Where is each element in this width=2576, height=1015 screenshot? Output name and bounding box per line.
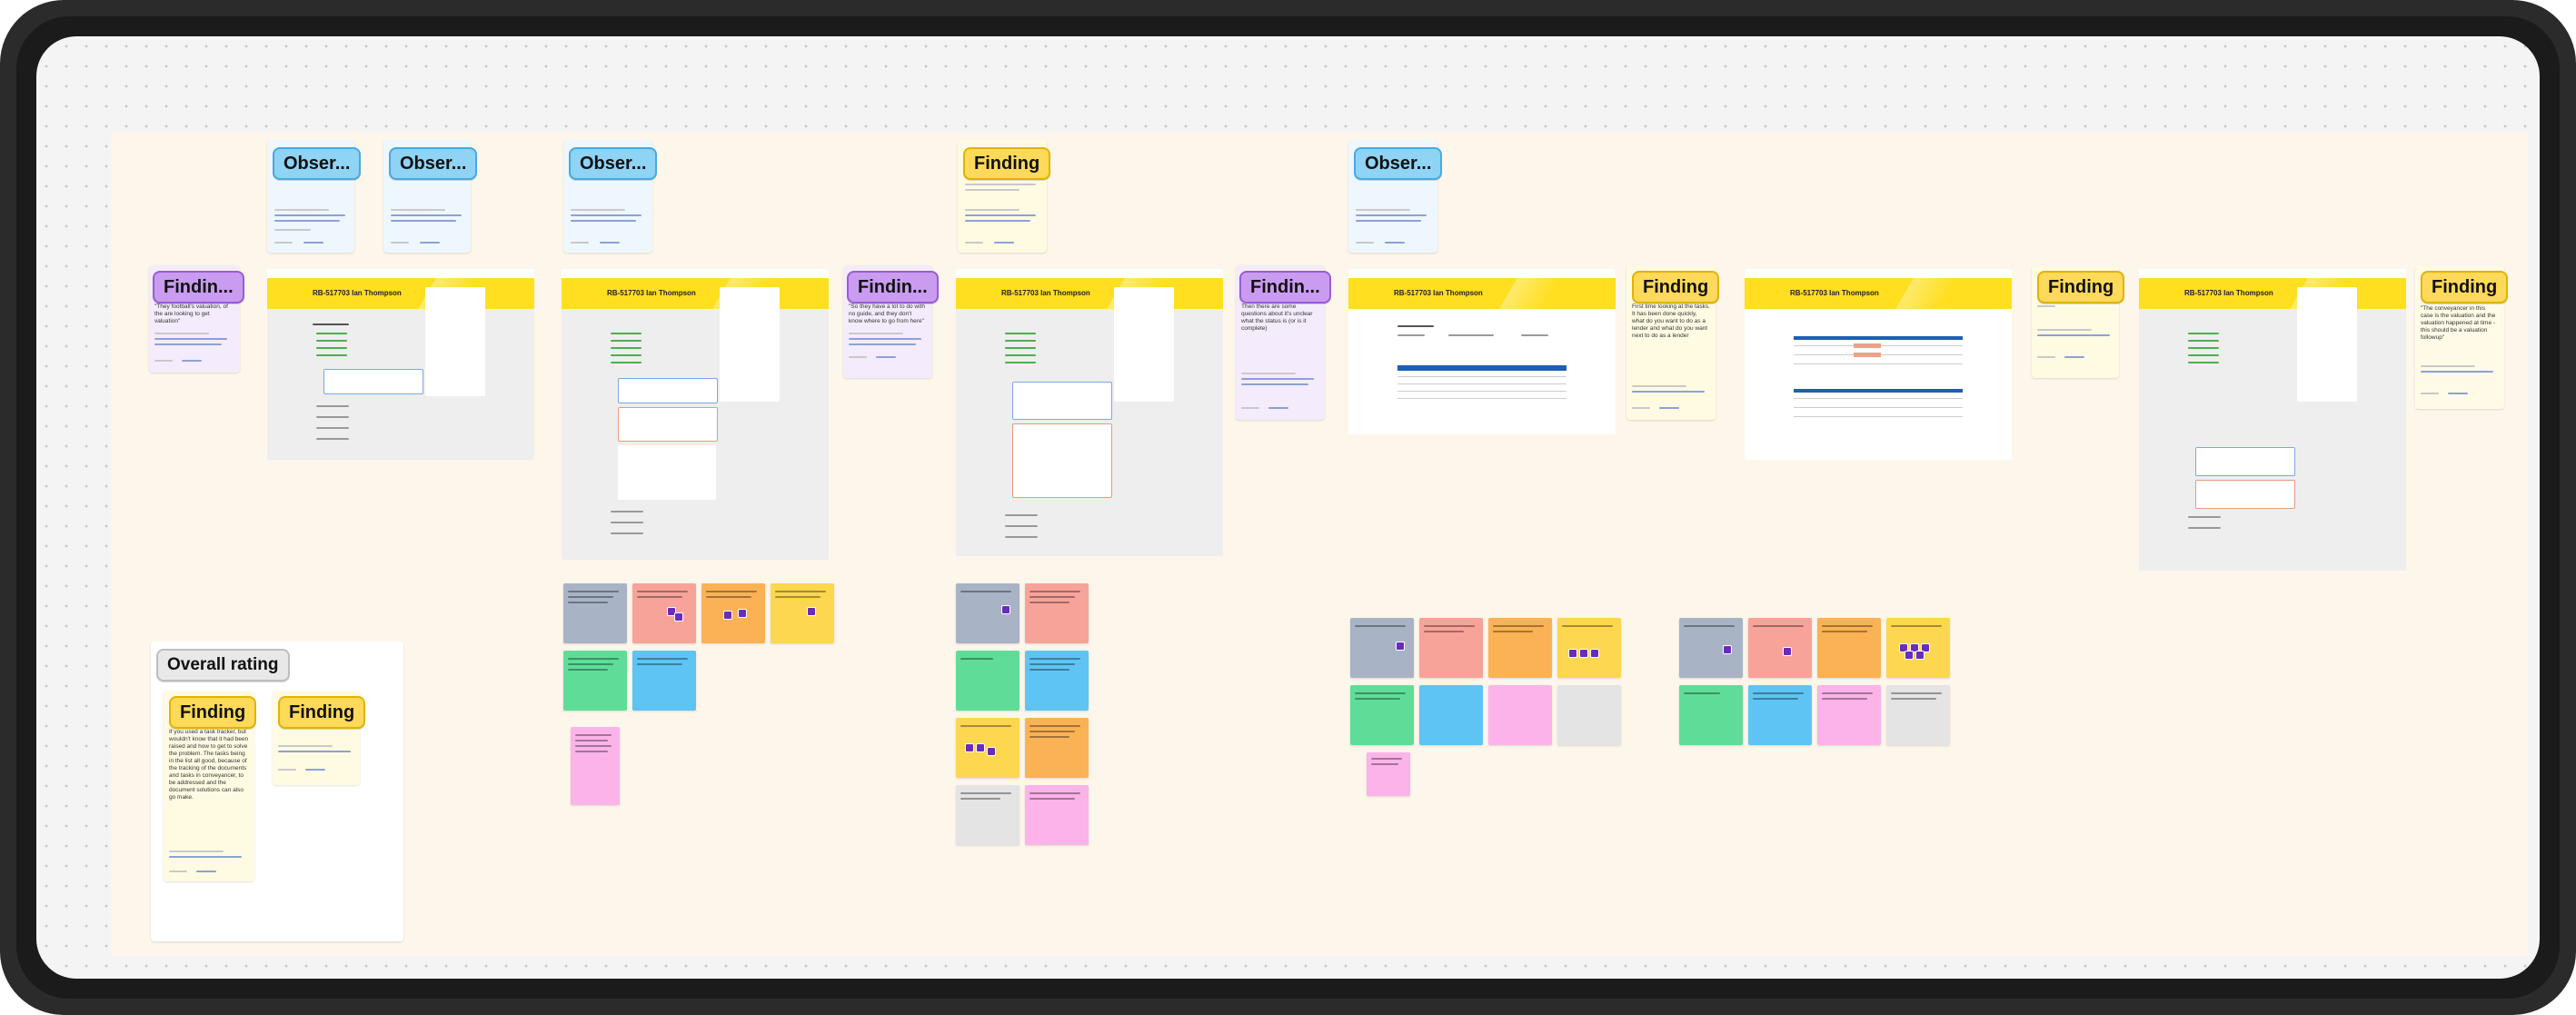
sticky-note[interactable] [1488,618,1552,678]
sticky-note[interactable] [1367,752,1410,796]
observation-tag[interactable]: Obser... [273,147,362,180]
observation-card[interactable]: Obser... [267,140,362,253]
app-screenshot[interactable]: RB-517703 Ian Thompson [2139,269,2406,571]
finding-card[interactable]: Finding [273,691,366,785]
app-screenshot[interactable]: RB-517703 Ian Thompson [1348,269,1616,434]
sticky-note[interactable] [1025,583,1089,643]
case-title: RB-517703 Ian Thompson [1394,289,1483,297]
finding-quote: Then there are some questions about it's… [1241,304,1313,332]
sticky-note[interactable] [771,583,834,643]
finding-card[interactable]: Finding [2032,265,2125,378]
sticky-note[interactable] [956,651,1019,711]
case-title: RB-517703 Ian Thompson [313,289,402,297]
sticky-note[interactable] [1557,685,1621,745]
board-area: Obser... Obser... Obser... Finding Obser… [111,133,2528,956]
observation-card[interactable]: Obser... [1348,140,1443,253]
sticky-note[interactable] [1025,785,1089,845]
app-topbar [2139,269,2406,278]
sticky-note[interactable] [1419,685,1483,745]
finding-tag[interactable]: Finding [278,696,366,729]
whiteboard-canvas[interactable]: Obser... Obser... Obser... Finding Obser… [36,36,2540,979]
finding-card[interactable]: Finding First time looking at the tasks.… [1626,265,1720,420]
finding-tag[interactable]: Findin... [847,271,939,304]
sticky-note[interactable] [563,583,627,643]
app-screenshot[interactable]: RB-517703 Ian Thompson [1745,269,2012,460]
observation-tag[interactable]: Obser... [569,147,658,180]
finding-tag[interactable]: Finding [2421,271,2509,304]
app-topbar [1745,269,2012,278]
sticky-note[interactable] [1679,618,1743,678]
finding-tag[interactable]: Findin... [1239,271,1331,304]
sticky-note[interactable] [1679,685,1743,745]
finding-card[interactable]: Finding If you used a task tracker, but … [164,691,257,881]
sticky-note[interactable] [632,651,696,711]
observation-card[interactable]: Obser... [383,140,478,253]
observation-tag[interactable]: Obser... [1354,147,1443,180]
sticky-note[interactable] [1350,618,1414,678]
sticky-note[interactable] [1886,618,1950,678]
app-screenshot[interactable]: RB-517703 Ian Thompson [562,269,829,560]
sticky-note[interactable] [956,583,1019,643]
app-topbar [562,269,829,278]
sticky-note[interactable] [956,718,1019,778]
finding-tag[interactable]: Finding [963,147,1051,180]
app-screenshot[interactable]: RB-517703 Ian Thompson [956,269,1223,556]
sticky-note[interactable] [701,583,765,643]
sticky-note[interactable] [1025,718,1089,778]
case-title: RB-517703 Ian Thompson [1790,289,1879,297]
sticky-note[interactable] [1748,685,1812,745]
case-title: RB-517703 Ian Thompson [607,289,696,297]
finding-quote: First time looking at the tasks. It has … [1632,304,1710,339]
finding-card-purple[interactable]: Findin... Then there are some questions … [1236,265,1331,420]
finding-card[interactable]: Finding "The conveyancer in this case is… [2415,265,2509,409]
finding-card-purple[interactable]: Findin... "So they have a lot to do with… [843,265,939,378]
finding-quote: "So they have a lot to do with no guide,… [849,304,925,324]
finding-card[interactable]: Finding [958,140,1051,253]
sticky-note[interactable] [1350,685,1414,745]
sticky-note[interactable] [1557,618,1621,678]
sticky-note[interactable] [956,785,1019,845]
overall-rating-tag[interactable]: Overall rating [156,649,290,682]
finding-card-purple[interactable]: Findin... "They football's valuation, of… [149,265,244,373]
overall-rating-section[interactable]: Overall rating Finding If you used a tas… [151,642,403,941]
app-topbar [1348,269,1616,278]
finding-tag[interactable]: Finding [1632,271,1720,304]
case-title: RB-517703 Ian Thompson [1001,289,1090,297]
finding-quote: "The conveyancer in this case is the val… [2421,305,2496,341]
app-topbar [267,269,534,278]
finding-tag[interactable]: Finding [2037,271,2125,304]
app-topbar [956,269,1223,278]
finding-quote: "They football's valuation, of the are l… [154,304,228,324]
sticky-note[interactable] [571,727,620,805]
sticky-note[interactable] [1419,618,1483,678]
overall-quote: If you used a task tracker, but wouldn't… [169,729,249,801]
sticky-note[interactable] [1748,618,1812,678]
finding-tag[interactable]: Finding [169,696,257,729]
sticky-note[interactable] [563,651,627,711]
sticky-note[interactable] [1025,651,1089,711]
finding-tag[interactable]: Findin... [153,271,244,304]
sticky-note[interactable] [632,583,696,643]
sticky-note[interactable] [1817,685,1881,745]
case-title: RB-517703 Ian Thompson [2184,289,2273,297]
sticky-note[interactable] [1488,685,1552,745]
observation-tag[interactable]: Obser... [389,147,478,180]
sticky-note[interactable] [1886,685,1950,745]
sticky-note[interactable] [1817,618,1881,678]
app-screenshot[interactable]: RB-517703 Ian Thompson [267,269,534,460]
observation-card[interactable]: Obser... [563,140,658,253]
